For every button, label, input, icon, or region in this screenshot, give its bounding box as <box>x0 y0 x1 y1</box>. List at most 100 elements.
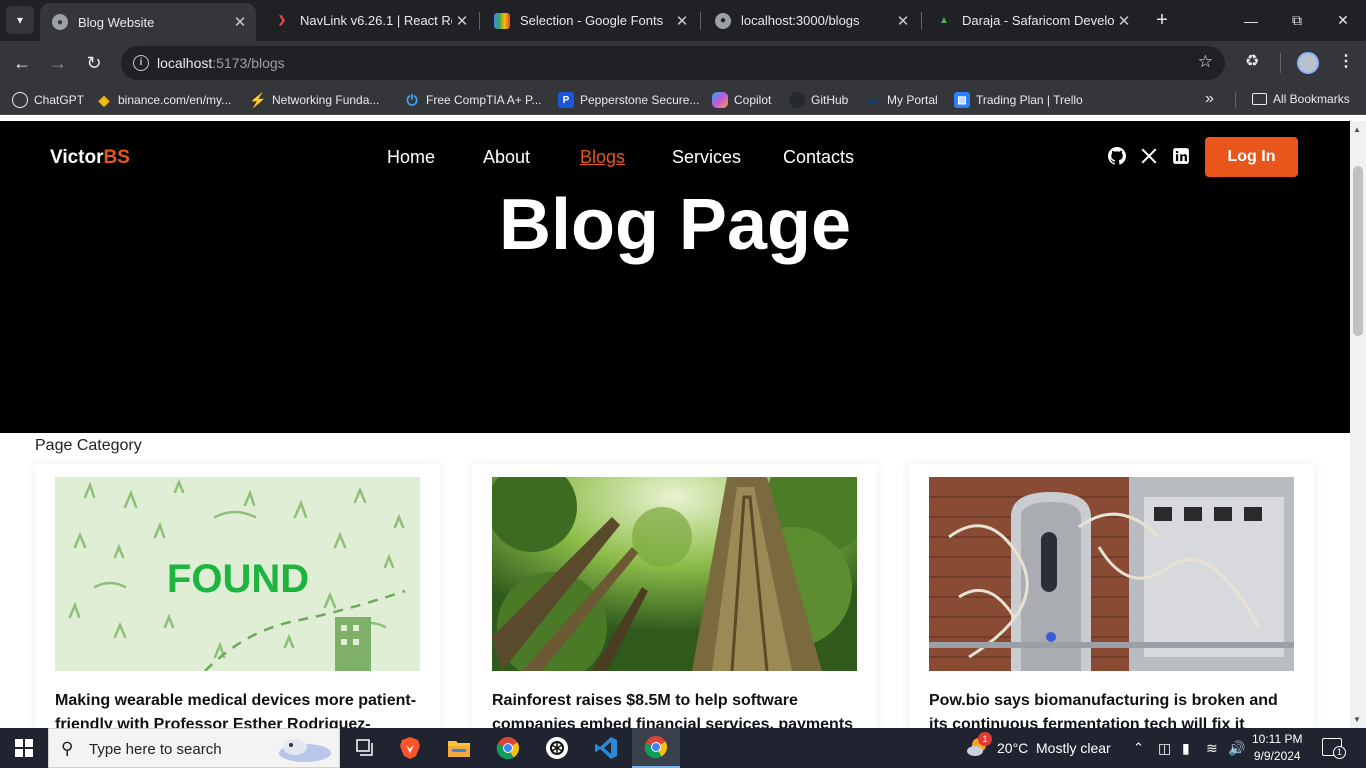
battery-icon[interactable]: ▮ <box>1182 740 1190 757</box>
blog-card-title[interactable]: Pow.bio says biomanufacturing is broken … <box>929 689 1299 728</box>
site-logo[interactable]: VictorBS <box>50 147 130 169</box>
bookmark-trello[interactable]: ▧ Trading Plan | Trello <box>954 92 1083 108</box>
chrome-icon[interactable] <box>484 728 532 768</box>
tab-search-button[interactable]: ▾ <box>6 6 34 34</box>
rainforest-trees-image <box>492 477 857 671</box>
bookmark-copilot[interactable]: Copilot <box>712 92 771 108</box>
found-illustration: FOUND <box>55 477 420 671</box>
safaricom-icon: ▲ <box>939 15 949 26</box>
github-icon <box>789 92 805 108</box>
all-bookmarks[interactable]: All Bookmarks <box>1252 92 1350 106</box>
weather-badge: 1 <box>978 732 992 746</box>
nav-blogs[interactable]: Blogs <box>580 147 625 168</box>
bookmark-github[interactable]: GitHub <box>789 92 848 108</box>
login-button[interactable]: Log In <box>1205 137 1298 177</box>
nav-home[interactable]: Home <box>387 147 435 168</box>
task-view-icon[interactable] <box>342 728 390 768</box>
nav-contacts[interactable]: Contacts <box>783 147 854 168</box>
tab-navlink[interactable]: ❯ NavLink v6.26.1 | React Router ✕ <box>262 0 478 41</box>
profile-avatar[interactable] <box>1297 52 1319 74</box>
nav-about[interactable]: About <box>483 147 530 168</box>
react-router-icon: ❯ <box>277 15 287 26</box>
close-window-icon[interactable]: ✕ <box>1320 0 1366 41</box>
screen: ▾ ● Blog Website ✕ ❯ NavLink v6.26.1 | R… <box>0 0 1366 768</box>
github-icon[interactable] <box>1108 147 1126 165</box>
close-tab-icon[interactable]: ✕ <box>230 13 250 31</box>
bookmark-comptia[interactable]: ⏻ Free CompTIA A+ P... <box>404 92 541 108</box>
bookmark-star-icon[interactable]: ☆ <box>1198 52 1213 72</box>
globe-icon: ● <box>52 14 68 30</box>
forward-icon[interactable]: → <box>44 49 72 77</box>
chatgpt-icon <box>12 92 28 108</box>
close-tab-icon[interactable]: ✕ <box>893 12 913 30</box>
tab-daraja[interactable]: ▲ Daraja - Safaricom Developer ✕ <box>924 0 1140 41</box>
weather-desc[interactable]: Mostly clear <box>1036 740 1111 756</box>
fermentation-tank-image <box>929 477 1294 671</box>
web-page: VictorBS Home About Blogs Services Conta… <box>0 121 1350 728</box>
close-tab-icon[interactable]: ✕ <box>452 12 472 30</box>
show-hidden-icons[interactable]: ⌃ <box>1133 740 1144 756</box>
windows-start-icon[interactable] <box>0 728 48 768</box>
reload-icon[interactable]: ↻ <box>80 49 108 77</box>
restore-icon[interactable]: ⧉ <box>1274 0 1320 41</box>
hero-section: VictorBS Home About Blogs Services Conta… <box>0 121 1350 433</box>
file-explorer-icon[interactable] <box>435 728 483 768</box>
volume-icon[interactable]: 🔊 <box>1228 740 1245 757</box>
wifi-icon[interactable]: ≋ <box>1206 740 1218 757</box>
tab-blog-website[interactable]: ● Blog Website ✕ <box>40 3 256 41</box>
bookmark-binance[interactable]: ◆ binance.com/en/my... <box>96 92 232 108</box>
weather-temp[interactable]: 20°C <box>997 740 1028 756</box>
globe-icon: ● <box>715 12 731 29</box>
chrome-active-icon[interactable] <box>632 728 680 768</box>
close-tab-icon[interactable]: ✕ <box>672 12 692 30</box>
tab-divider <box>479 12 480 30</box>
google-fonts-icon <box>494 12 510 29</box>
bookmark-pepperstone[interactable]: P Pepperstone Secure... <box>558 92 699 108</box>
more-bookmarks-icon[interactable]: » <box>1205 90 1214 108</box>
brave-browser-icon[interactable] <box>386 728 434 768</box>
minimize-icon[interactable]: — <box>1228 0 1274 41</box>
tab-google-fonts[interactable]: Selection - Google Fonts ✕ <box>482 0 698 41</box>
weather-icon[interactable]: 1 <box>966 732 992 758</box>
svg-text:FOUND: FOUND <box>167 557 309 601</box>
x-twitter-icon[interactable] <box>1140 147 1158 165</box>
page-category-label: Page Category <box>35 437 142 454</box>
search-highlight-illustration <box>279 739 331 762</box>
blog-card[interactable]: FOUND Making wearable medical devices mo… <box>35 464 440 728</box>
bookmark-my-portal[interactable]: ▬ My Portal <box>865 92 938 108</box>
vscode-icon[interactable] <box>582 728 630 768</box>
search-icon: ⚲ <box>61 739 74 758</box>
browser-tabstrip: ▾ ● Blog Website ✕ ❯ NavLink v6.26.1 | R… <box>0 0 1366 41</box>
browser-menu-icon[interactable]: ⋮ <box>1338 51 1354 71</box>
notification-center-icon[interactable]: 1 <box>1322 738 1346 759</box>
page-scrollbar[interactable]: ▲ ▼ <box>1350 121 1366 728</box>
new-tab-icon[interactable]: + <box>1150 8 1174 32</box>
blog-card[interactable]: Pow.bio says biomanufacturing is broken … <box>909 464 1314 728</box>
taskbar-search[interactable]: ⚲ Type here to search <box>48 728 340 768</box>
bookmarks-divider <box>1235 92 1236 108</box>
windows-taskbar: ⚲ Type here to search 1 20°C Mostly clea… <box>0 728 1366 768</box>
tab-divider <box>700 12 701 30</box>
blog-card-title[interactable]: Making wearable medical devices more pat… <box>55 689 425 728</box>
extensions-icon[interactable]: ♻ <box>1245 51 1259 71</box>
scroll-down-icon[interactable]: ▼ <box>1353 715 1361 724</box>
meet-now-icon[interactable]: ◫ <box>1158 740 1171 757</box>
nav-services[interactable]: Services <box>672 147 741 168</box>
scrollbar-thumb[interactable] <box>1353 166 1363 336</box>
bookmark-networking[interactable]: ⚡ Networking Funda... <box>249 92 379 108</box>
bookmark-chatgpt[interactable]: ChatGPT <box>12 92 84 108</box>
blog-card-title[interactable]: Rainforest raises $8.5M to help software… <box>492 689 862 728</box>
site-info-icon[interactable]: i <box>133 55 149 71</box>
address-bar[interactable]: i localhost:5173/blogs ☆ <box>121 46 1225 80</box>
clock[interactable]: 10:11 PM 9/9/2024 <box>1252 731 1302 765</box>
tab-localhost-3000[interactable]: ● localhost:3000/blogs ✕ <box>703 0 919 41</box>
blog-card-image: FOUND <box>55 477 420 671</box>
linkedin-icon[interactable] <box>1172 147 1190 165</box>
tab-divider <box>921 12 922 30</box>
scroll-up-icon[interactable]: ▲ <box>1353 125 1361 134</box>
chatgpt-app-icon[interactable] <box>533 728 581 768</box>
page-title: Blog Page <box>498 185 852 265</box>
close-tab-icon[interactable]: ✕ <box>1114 12 1134 30</box>
back-icon[interactable]: ← <box>8 49 36 77</box>
blog-card[interactable]: Rainforest raises $8.5M to help software… <box>472 464 877 728</box>
